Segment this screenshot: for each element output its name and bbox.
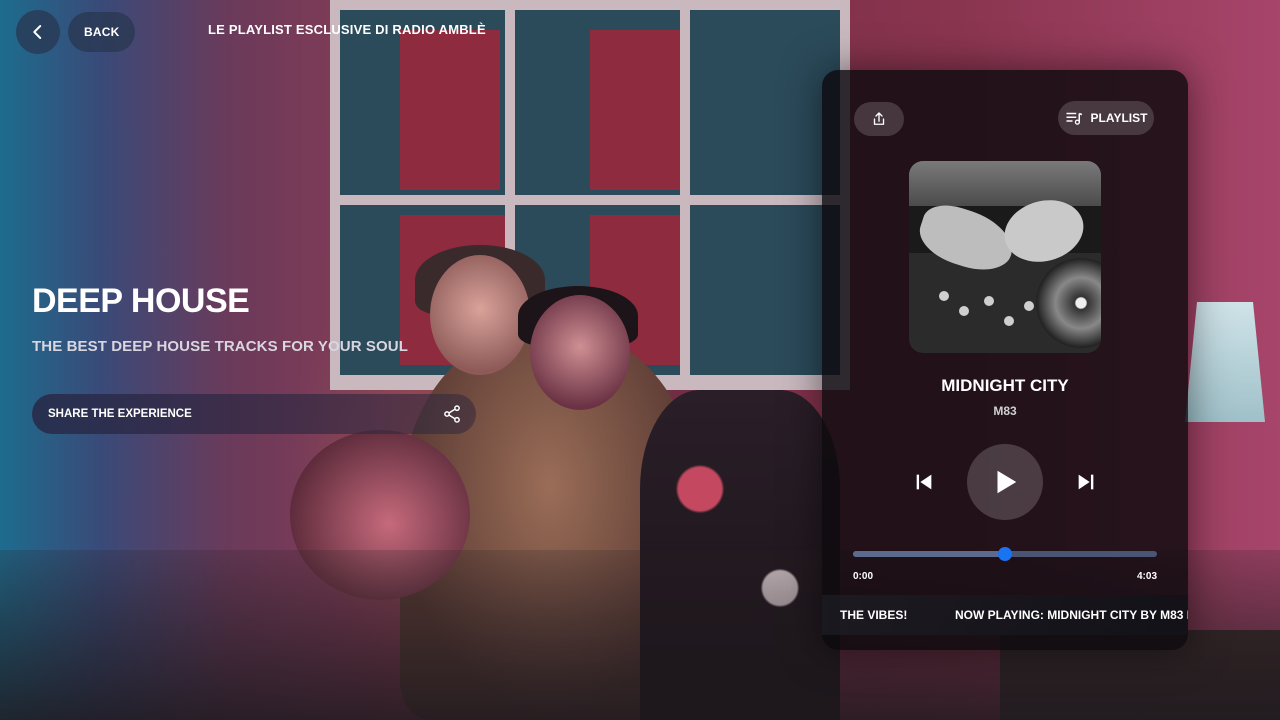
skip-previous-icon — [916, 474, 932, 490]
ticker-text-left: THE VIBES! — [840, 608, 908, 622]
share-experience-button[interactable]: SHARE THE EXPERIENCE — [32, 394, 476, 434]
next-track-button[interactable] — [1072, 468, 1100, 496]
now-playing-ticker: THE VIBES! NOW PLAYING: MIDNIGHT CITY BY… — [822, 595, 1188, 635]
play-icon — [997, 470, 1017, 494]
back-button-label: BACK — [84, 25, 120, 39]
ticker-text-right: NOW PLAYING: MIDNIGHT CITY BY M83 FROM ' — [955, 608, 1188, 622]
back-button[interactable]: BACK — [68, 12, 136, 52]
lamp — [1185, 302, 1265, 422]
track-artist: M83 — [993, 404, 1017, 418]
back-icon-button[interactable] — [16, 10, 60, 54]
play-button[interactable] — [967, 444, 1043, 520]
time-total: 4:03 — [1136, 571, 1157, 582]
playlist-button-label: PLAYLIST — [1090, 111, 1148, 125]
track-title: MIDNIGHT CITY — [941, 376, 1069, 395]
playlist-music-icon — [1066, 112, 1082, 125]
music-player: PLAYLIST MIDNIGHT CITY M83 0:00 4:03 THE… — [822, 70, 1188, 650]
chevron-left-icon — [33, 25, 42, 39]
playlist-button[interactable]: PLAYLIST — [1058, 101, 1154, 135]
progress-fill — [853, 551, 1005, 557]
album-cover — [909, 161, 1101, 353]
time-current: 0:00 — [853, 571, 874, 582]
previous-track-button[interactable] — [910, 468, 938, 496]
share-label: SHARE THE EXPERIENCE — [48, 408, 192, 420]
skip-next-icon — [1078, 474, 1094, 490]
share-nodes-icon — [444, 405, 460, 423]
upload-icon — [873, 112, 885, 125]
playlist-title: DEEP HOUSE — [32, 282, 250, 320]
progress-slider[interactable] — [853, 547, 1157, 561]
page-title: LE PLAYLIST ESCLUSIVE DI RADIO AMBLÈ — [208, 22, 486, 37]
playlist-subtitle: THE BEST DEEP HOUSE TRACKS FOR YOUR SOUL — [32, 338, 408, 355]
person-face — [430, 255, 530, 375]
person-face — [530, 295, 630, 410]
upload-button[interactable] — [854, 102, 904, 136]
progress-thumb[interactable] — [998, 547, 1012, 561]
